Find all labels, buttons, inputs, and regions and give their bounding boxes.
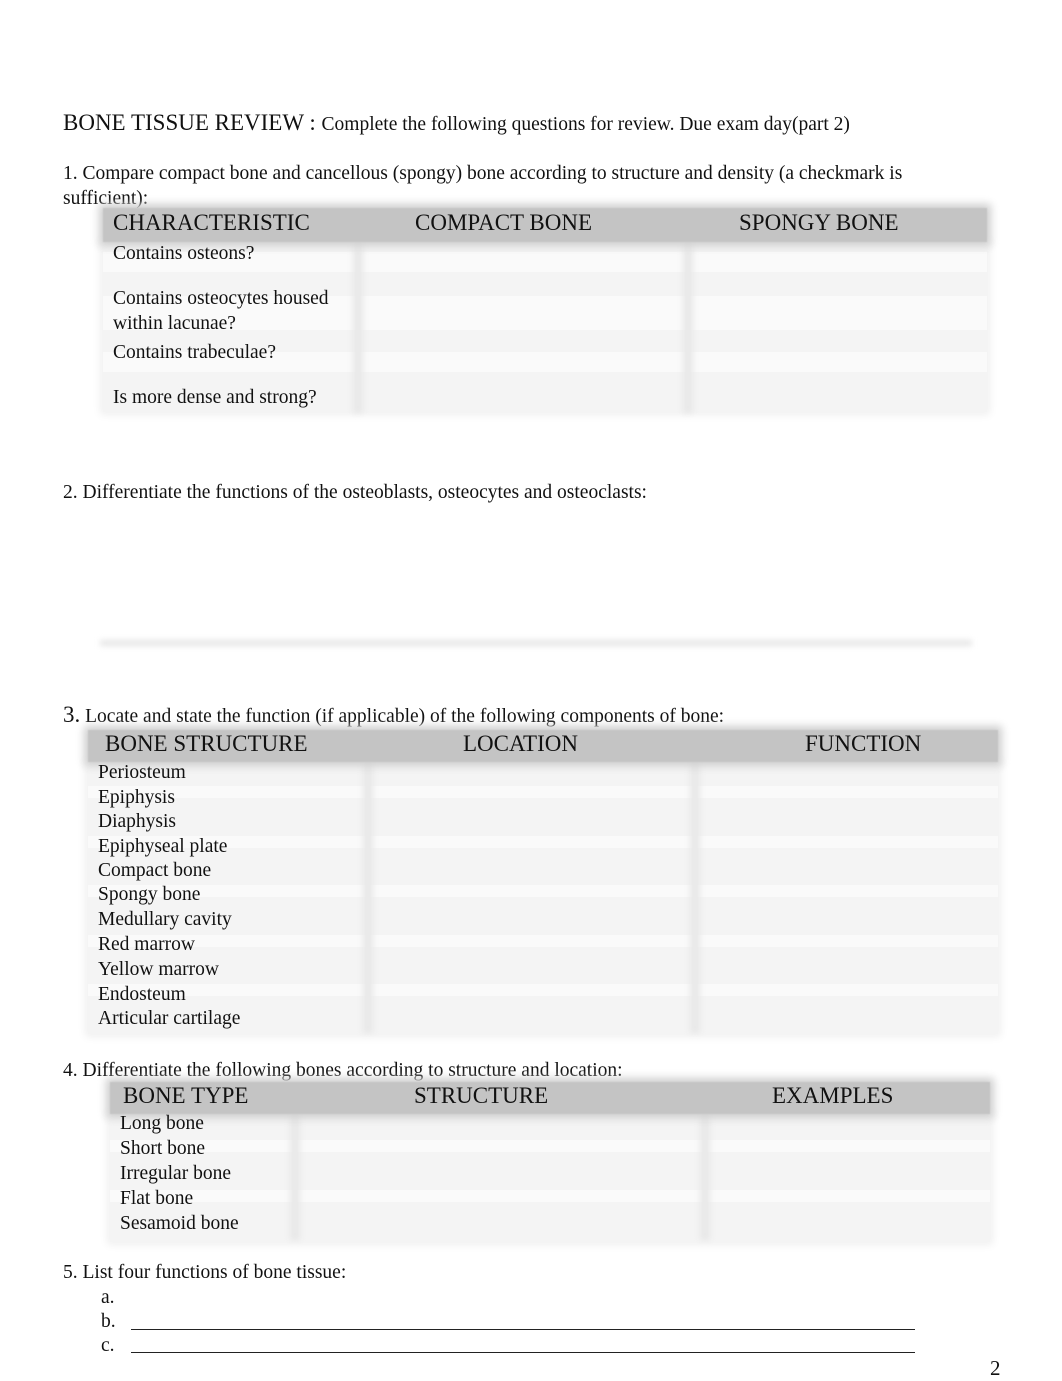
q3-table: BONE STRUCTURE LOCATION FUNCTION Periost… — [88, 730, 998, 1035]
title-separator: : — [303, 110, 322, 135]
column-divider — [363, 758, 373, 1033]
table-row: Red marrow — [98, 934, 195, 955]
table-row: Medullary cavity — [98, 909, 232, 930]
row-stripe — [88, 935, 998, 947]
q5-answer-line-c[interactable] — [131, 1352, 915, 1353]
document-title: BONE TISSUE REVIEW : Complete the follow… — [63, 110, 850, 136]
column-divider — [290, 1110, 300, 1240]
q4-table-body — [110, 1114, 990, 1242]
col-header-bone-type: BONE TYPE — [123, 1083, 249, 1108]
table-row: Long bone — [120, 1113, 204, 1134]
table-row: Sesamoid bone — [120, 1213, 239, 1234]
table-row: Epiphysis — [98, 787, 175, 808]
page-number: 2 — [990, 1356, 1001, 1380]
row-stripe — [88, 885, 998, 897]
table-row: Short bone — [120, 1138, 206, 1159]
q4-table: BONE TYPE STRUCTURE EXAMPLES Long bone S… — [110, 1082, 990, 1242]
q3-prompt: Locate and state the function (if applic… — [80, 706, 725, 727]
column-divider — [700, 1110, 710, 1240]
table-row: Articular cartilage — [98, 1008, 241, 1029]
column-divider — [690, 758, 700, 1033]
table-row: Epiphyseal plate — [98, 836, 228, 857]
table-row: Irregular bone — [120, 1163, 231, 1184]
q4-prompt: 4. Differentiate the following bones acc… — [63, 1060, 623, 1081]
row-stripe — [88, 786, 998, 798]
table-row: Is more dense and strong? — [113, 387, 317, 408]
col-header-examples: EXAMPLES — [772, 1083, 894, 1108]
col-header-bone-structure: BONE STRUCTURE — [105, 731, 308, 756]
q3-number: 3. — [63, 702, 81, 727]
q5-answer-line-b[interactable] — [131, 1329, 915, 1330]
table-row: Spongy bone — [98, 884, 201, 905]
q1-prompt: 1. Compare compact bone and cancellous (… — [63, 163, 903, 184]
q2-prompt: 2. Differentiate the functions of the os… — [63, 482, 647, 503]
col-header-structure: STRUCTURE — [414, 1083, 549, 1108]
table-row: Flat bone — [120, 1188, 194, 1209]
q5-item-a: a. — [101, 1287, 115, 1308]
table-row: Contains trabeculae? — [113, 342, 276, 363]
title-instructions: Complete the following questions for rev… — [321, 114, 850, 135]
table-row: Contains osteons? — [113, 243, 255, 264]
column-divider — [353, 238, 363, 413]
q5-item-b: b. — [101, 1311, 116, 1332]
table-row: Compact bone — [98, 860, 212, 881]
col-header-characteristic: CHARACTERISTIC — [113, 210, 310, 235]
q5-prompt: 5. List four functions of bone tissue: — [63, 1262, 347, 1283]
table-row: Contains osteocytes housed — [113, 288, 329, 309]
col-header-spongy-bone: SPONGY BONE — [739, 210, 899, 235]
q1-table: CHARACTERISTIC COMPACT BONE SPONGY BONE … — [103, 208, 987, 413]
q2-answer-area-edge — [100, 640, 972, 646]
table-row: Diaphysis — [98, 811, 176, 832]
col-header-function: FUNCTION — [805, 731, 922, 756]
q5-item-c: c. — [101, 1335, 115, 1356]
column-divider — [683, 238, 693, 413]
row-stripe — [110, 1140, 990, 1152]
table-row: Periosteum — [98, 762, 186, 783]
table-row: Endosteum — [98, 984, 186, 1005]
q3-prompt-line: 3. Locate and state the function (if app… — [63, 702, 724, 729]
col-header-compact-bone: COMPACT BONE — [415, 210, 593, 235]
col-header-location: LOCATION — [463, 731, 578, 756]
row-stripe — [88, 984, 998, 996]
title-main: BONE TISSUE REVIEW — [63, 110, 304, 135]
table-row: Yellow marrow — [98, 959, 219, 980]
row-stripe — [110, 1190, 990, 1202]
table-row-cont: within lacunae? — [113, 313, 236, 334]
